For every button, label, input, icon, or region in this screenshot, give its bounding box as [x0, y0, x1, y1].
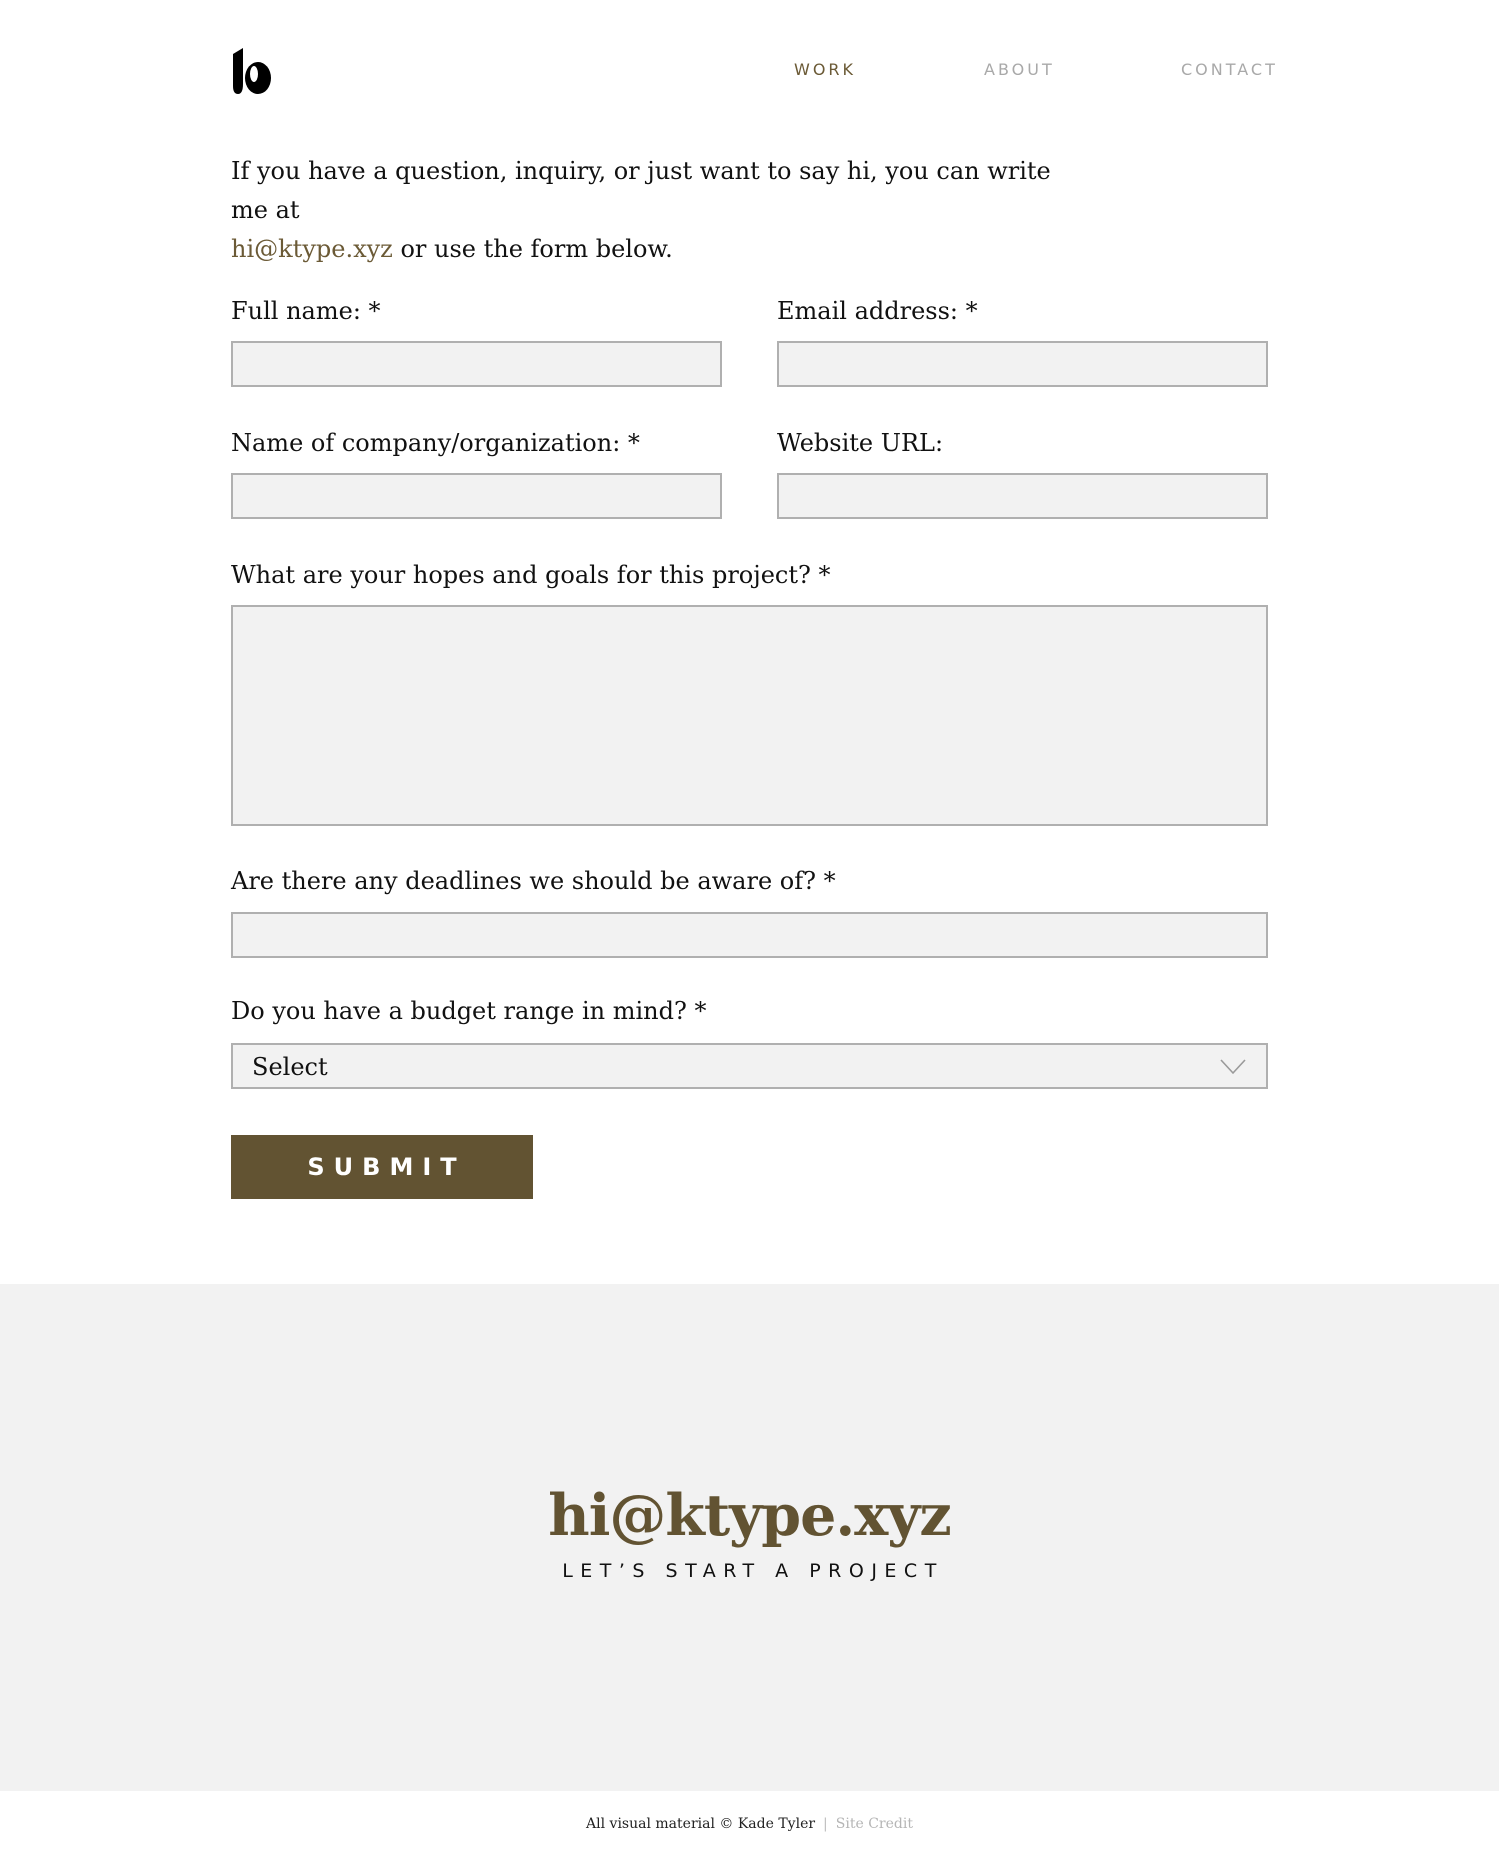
budget-label: Do you have a budget range in mind? * — [231, 997, 707, 1025]
intro-text: If you have a question, inquiry, or just… — [231, 152, 1051, 269]
goals-label: What are your hopes and goals for this p… — [231, 561, 831, 589]
intro-text-before: If you have a question, inquiry, or just… — [231, 157, 1051, 224]
copyright-separator: | — [823, 1816, 828, 1832]
footer-email-link[interactable]: hi@ktype.xyz — [0, 1482, 1499, 1549]
copyright-text: All visual material © Kade Tyler — [586, 1816, 816, 1832]
site-credit-link[interactable]: Site Credit — [836, 1816, 913, 1832]
site-header: WORK ABOUT CONTACT — [0, 0, 1499, 140]
website-label: Website URL: — [777, 429, 944, 457]
email-field[interactable] — [777, 341, 1268, 387]
deadlines-field[interactable] — [231, 912, 1268, 958]
nav-contact[interactable]: CONTACT — [1181, 60, 1278, 79]
company-field[interactable] — [231, 473, 722, 519]
company-label: Name of company/organization: * — [231, 429, 640, 457]
intro-email-link[interactable]: hi@ktype.xyz — [231, 235, 393, 263]
chevron-down-icon — [1220, 1059, 1246, 1075]
full-name-label: Full name: * — [231, 297, 381, 325]
nav-about[interactable]: ABOUT — [984, 60, 1055, 79]
budget-select-value: Select — [252, 1053, 328, 1081]
budget-select[interactable]: Select — [231, 1043, 1268, 1089]
footer-tagline: LET’S START A PROJECT — [562, 1560, 944, 1582]
website-field[interactable] — [777, 473, 1268, 519]
ktype-logo[interactable] — [230, 48, 272, 94]
goals-textarea[interactable] — [231, 605, 1268, 826]
nav-work[interactable]: WORK — [794, 60, 856, 79]
footer-cta: hi@ktype.xyz LET’S START A PROJECT — [0, 1284, 1499, 1791]
deadlines-label: Are there any deadlines we should be awa… — [231, 867, 836, 895]
email-label: Email address: * — [777, 297, 978, 325]
full-name-field[interactable] — [231, 341, 722, 387]
intro-text-after: or use the form below. — [392, 235, 673, 263]
submit-button[interactable]: SUBMIT — [231, 1135, 533, 1199]
copyright-bar: All visual material © Kade Tyler | Site Cr… — [0, 1816, 1499, 1832]
